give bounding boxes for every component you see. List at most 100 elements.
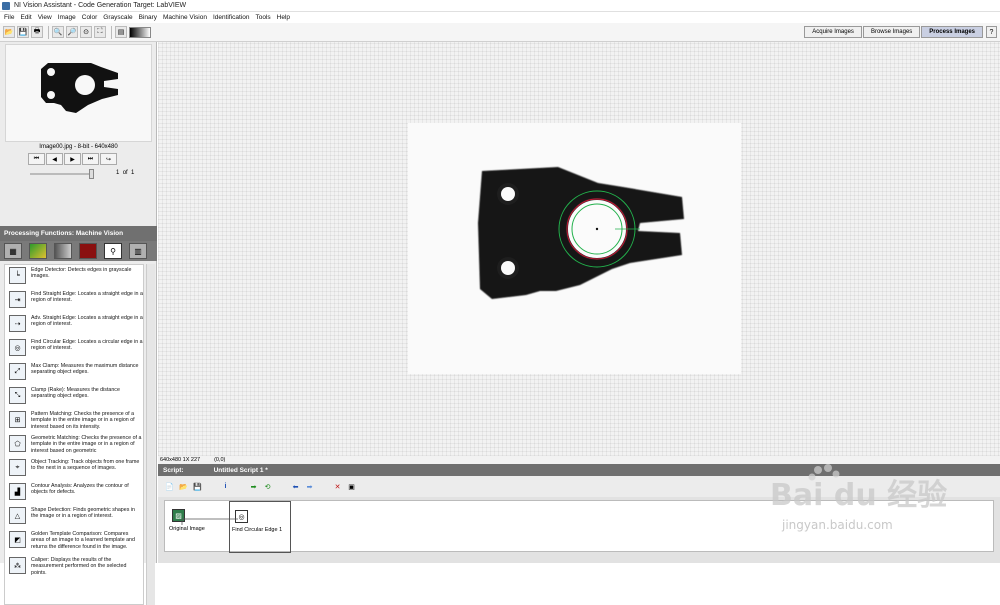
function-description: Pattern Matching: Checks the presence of… [31,411,135,430]
processing-functions-header: Processing Functions: Machine Vision [0,226,157,241]
loop-button[interactable]: ↪ [100,153,117,165]
save-script-icon[interactable]: 💾 [192,481,203,492]
run-batch-icon[interactable]: ⟲ [262,481,273,492]
cursor-coords: (0,0) [214,457,226,463]
first-image-button[interactable]: ⏮ [28,153,45,165]
tab-process-images[interactable]: Process Images [921,26,983,38]
image-display[interactable] [408,123,741,374]
list-item[interactable]: ⊞ Pattern Matching: Checks the presence … [5,411,143,430]
step-forward-icon[interactable]: ➡ [304,481,315,492]
grayscale-category-icon[interactable] [54,243,72,259]
menu-identification[interactable]: Identification [213,14,250,21]
function-description: Clamp (Rake): Measures the distance sepa… [31,387,120,400]
grayscale-palette-bar[interactable] [129,26,151,38]
step-connector [181,518,238,525]
watermark-url: jingyan.baidu.com [782,518,893,532]
menu-edit[interactable]: Edit [20,14,31,21]
mode-tabs: Acquire Images Browse Images Process Ima… [803,26,983,38]
zoom-in-icon[interactable]: 🔍 [52,26,64,38]
title-bar: NI Vision Assistant - Code Generation Ta… [0,0,1000,12]
find-circular-edge-icon: ◎ [9,339,26,356]
clamp-rake-icon: ⤡ [9,387,26,404]
function-list-scrollbar[interactable] [146,264,155,605]
last-image-button[interactable]: ⏭ [82,153,99,165]
menu-help[interactable]: Help [277,14,290,21]
save-image-icon[interactable]: 💾 [17,26,29,38]
part-image [478,167,684,299]
find-straight-edge-icon: ⇥ [9,291,26,308]
function-description: Golden Template Comparison: Compares are… [31,531,135,550]
left-panel: Image00.jpg - 8-bit - 640x480 ⏮ ◀ ▶ ⏭ ↪ … [0,42,157,605]
run-once-icon[interactable]: ➡ [248,481,259,492]
previous-image-button[interactable]: ◀ [46,153,63,165]
menu-file[interactable]: File [4,14,14,21]
function-category-bar: ▦ ⚲ ▥ [0,241,157,261]
menu-view[interactable]: View [38,14,52,21]
list-item[interactable]: △ Shape Detection: Finds geometric shape… [5,507,143,524]
image-thumbnail[interactable] [5,44,152,142]
image-canvas[interactable] [158,42,1000,456]
function-description: Adv. Straight Edge: Locates a straight e… [31,315,143,328]
function-description: Contour Analysis: Analyzes the contour o… [31,483,129,496]
object-tracking-icon: ⌖ [9,459,26,476]
image-category-icon[interactable]: ▦ [4,243,22,259]
list-item[interactable]: ◎ Find Circular Edge: Locates a circular… [5,339,143,356]
function-list: ╘ Edge Detector: Detects edges in graysc… [4,264,144,605]
function-description: Find Straight Edge: Locates a straight e… [31,291,143,304]
binary-category-icon[interactable] [79,243,97,259]
help-button[interactable]: ? [986,26,997,38]
print-icon[interactable]: 🖶 [31,26,43,38]
step-back-icon[interactable]: ⬅ [290,481,301,492]
list-item[interactable]: ⤡ Clamp (Rake): Measures the distance se… [5,387,143,404]
list-item[interactable]: ▟ Contour Analysis: Analyzes the contour… [5,483,143,500]
list-item[interactable]: ⁂ Caliper: Displays the results of the m… [5,557,143,576]
function-description: Edge Detector: Detects edges in grayscal… [31,267,132,280]
shape-detection-icon: △ [9,507,26,524]
new-script-icon[interactable]: 📄 [164,481,175,492]
machine-vision-category-icon[interactable]: ⚲ [104,243,122,259]
palette-icon[interactable]: ▤ [115,26,127,38]
adv-straight-edge-icon: ⇢ [9,315,26,332]
toolbar-divider [111,25,112,39]
image-slider-thumb[interactable] [89,169,94,179]
image-size-status: 640x480 1X 227 [160,457,201,463]
next-image-button[interactable]: ▶ [64,153,81,165]
tab-acquire-images[interactable]: Acquire Images [804,26,862,38]
menu-machine-vision[interactable]: Machine Vision [163,14,207,21]
page-current: 1 [116,170,120,176]
contour-analysis-icon: ▟ [9,483,26,500]
list-item[interactable]: ⌖ Object Tracking: Track objects from on… [5,459,143,476]
menu-color[interactable]: Color [82,14,98,21]
list-item[interactable]: ◩ Golden Template Comparison: Compares a… [5,531,143,550]
function-description: Object Tracking: Track objects from one … [31,459,140,472]
open-script-icon[interactable]: 📂 [178,481,189,492]
golden-template-icon: ◩ [9,531,26,548]
menu-binary[interactable]: Binary [139,14,157,21]
tab-browse-images[interactable]: Browse Images [862,26,921,38]
step-info-icon[interactable]: i [220,481,231,492]
list-item[interactable]: ⤢ Max Clamp: Measures the maximum distan… [5,363,143,380]
list-item[interactable]: ╘ Edge Detector: Detects edges in graysc… [5,267,143,284]
menu-bar: File Edit View Image Color Grayscale Bin… [0,12,1000,23]
zoom-1to1-icon[interactable]: ⊙ [80,26,92,38]
image-navigation: ⏮ ◀ ▶ ⏭ ↪ [28,153,118,165]
status-bar: 640x480 1X 227 (0,0) [158,456,1000,464]
function-description: Find Circular Edge: Locates a circular e… [31,339,143,352]
page-total: 1 [131,170,135,176]
menu-tools[interactable]: Tools [255,14,270,21]
image-slider-track[interactable] [30,173,94,175]
zoom-fit-icon[interactable]: ⛶ [94,26,106,38]
list-item[interactable]: ⬠ Geometric Matching: Checks the presenc… [5,435,143,454]
list-item[interactable]: ⇥ Find Straight Edge: Locates a straight… [5,291,143,308]
color-category-icon[interactable] [29,243,47,259]
toolbar-divider [48,25,49,39]
menu-grayscale[interactable]: Grayscale [103,14,132,21]
open-image-icon[interactable]: 📂 [3,26,15,38]
delete-step-icon[interactable]: ✕ [332,481,343,492]
list-item[interactable]: ⇢ Adv. Straight Edge: Locates a straight… [5,315,143,332]
performance-meter-icon[interactable]: ▣ [346,481,357,492]
edge-detector-icon: ╘ [9,267,26,284]
menu-image[interactable]: Image [58,14,76,21]
identification-category-icon[interactable]: ▥ [129,243,147,259]
zoom-out-icon[interactable]: 🔎 [66,26,78,38]
